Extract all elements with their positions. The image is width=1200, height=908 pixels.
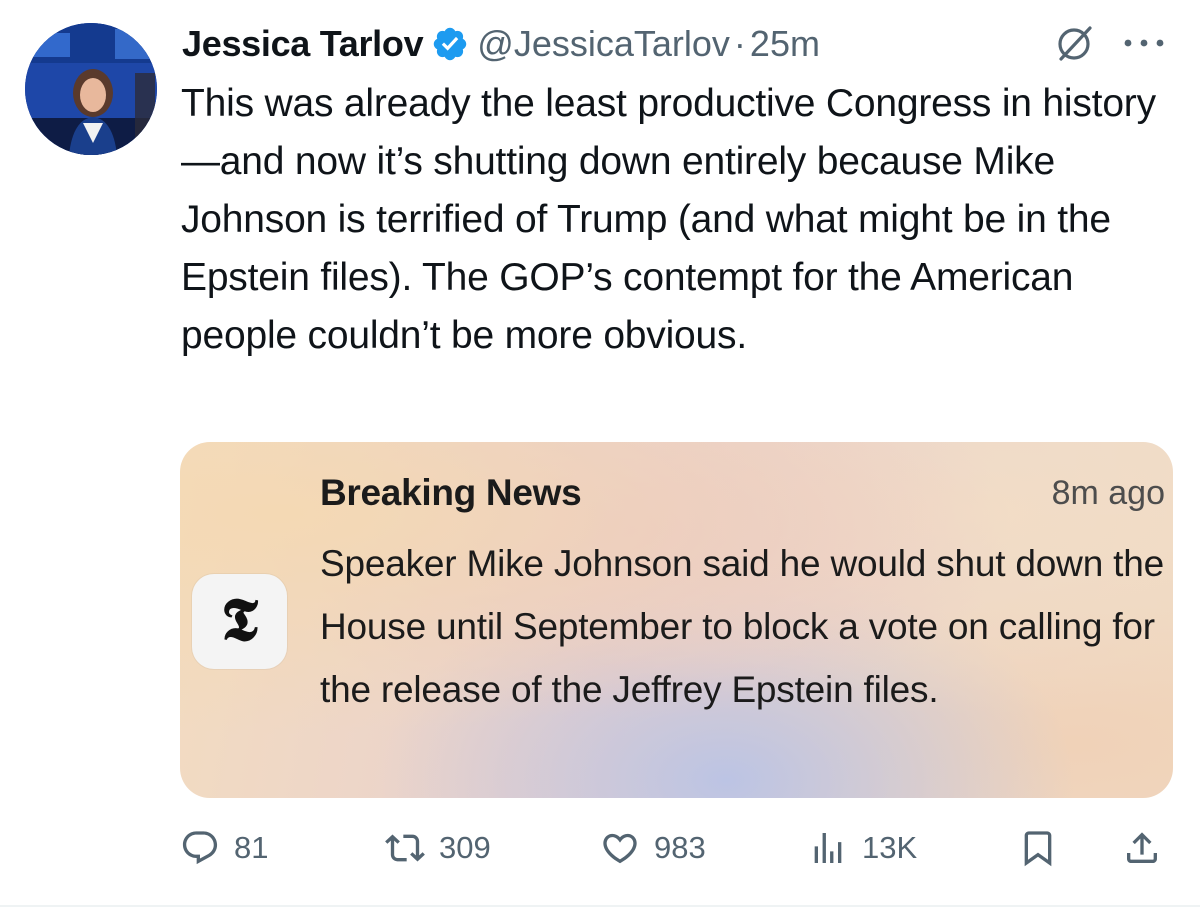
tweet-timestamp[interactable]: 25m xyxy=(750,23,820,65)
separator-dot: · xyxy=(733,23,746,64)
verified-badge-icon xyxy=(434,27,467,61)
author-handle[interactable]: @JessicaTarlov xyxy=(477,23,730,65)
tweet: Jessica Tarlov @JessicaTarlov · 25m This… xyxy=(0,0,1200,908)
quoted-media-card[interactable]: 𝕿 Breaking News 8m ago Speaker Mike John… xyxy=(180,442,1173,798)
avatar-image xyxy=(25,23,157,155)
like-icon xyxy=(603,833,637,864)
notification-body: Speaker Mike Johnson said he would shut … xyxy=(320,543,1164,710)
like-button[interactable]: 983 xyxy=(600,826,706,870)
avatar[interactable] xyxy=(25,23,157,155)
views-icon xyxy=(814,833,842,863)
repost-count: 309 xyxy=(439,830,491,865)
nyt-app-icon: 𝕿 xyxy=(192,574,287,669)
divider xyxy=(0,905,1200,907)
bookmark-button[interactable] xyxy=(1018,826,1058,870)
share-icon xyxy=(1127,832,1157,863)
tweet-actions: 81 309 983 13K xyxy=(0,820,1200,876)
author-display-name[interactable]: Jessica Tarlov xyxy=(182,23,424,65)
views-count: 13K xyxy=(862,830,918,865)
tweet-text: This was already the least productive Co… xyxy=(181,82,1156,357)
bookmark-icon xyxy=(1024,831,1052,867)
views-button[interactable]: 13K xyxy=(808,826,917,870)
notification-title: Breaking News xyxy=(320,472,582,513)
repost-icon xyxy=(385,834,425,862)
more-icon[interactable] xyxy=(1116,28,1172,58)
nyt-logo-icon: 𝕿 xyxy=(221,584,258,655)
reply-icon xyxy=(182,831,218,865)
share-button[interactable] xyxy=(1122,826,1162,870)
reply-button[interactable]: 81 xyxy=(180,826,268,870)
repost-button[interactable]: 309 xyxy=(385,826,491,870)
grok-icon[interactable] xyxy=(1052,22,1096,66)
notification-time: 8m ago xyxy=(1051,474,1165,512)
tweet-header: Jessica Tarlov @JessicaTarlov · 25m xyxy=(182,22,820,66)
reply-count: 81 xyxy=(234,830,269,865)
like-count: 983 xyxy=(654,830,706,865)
